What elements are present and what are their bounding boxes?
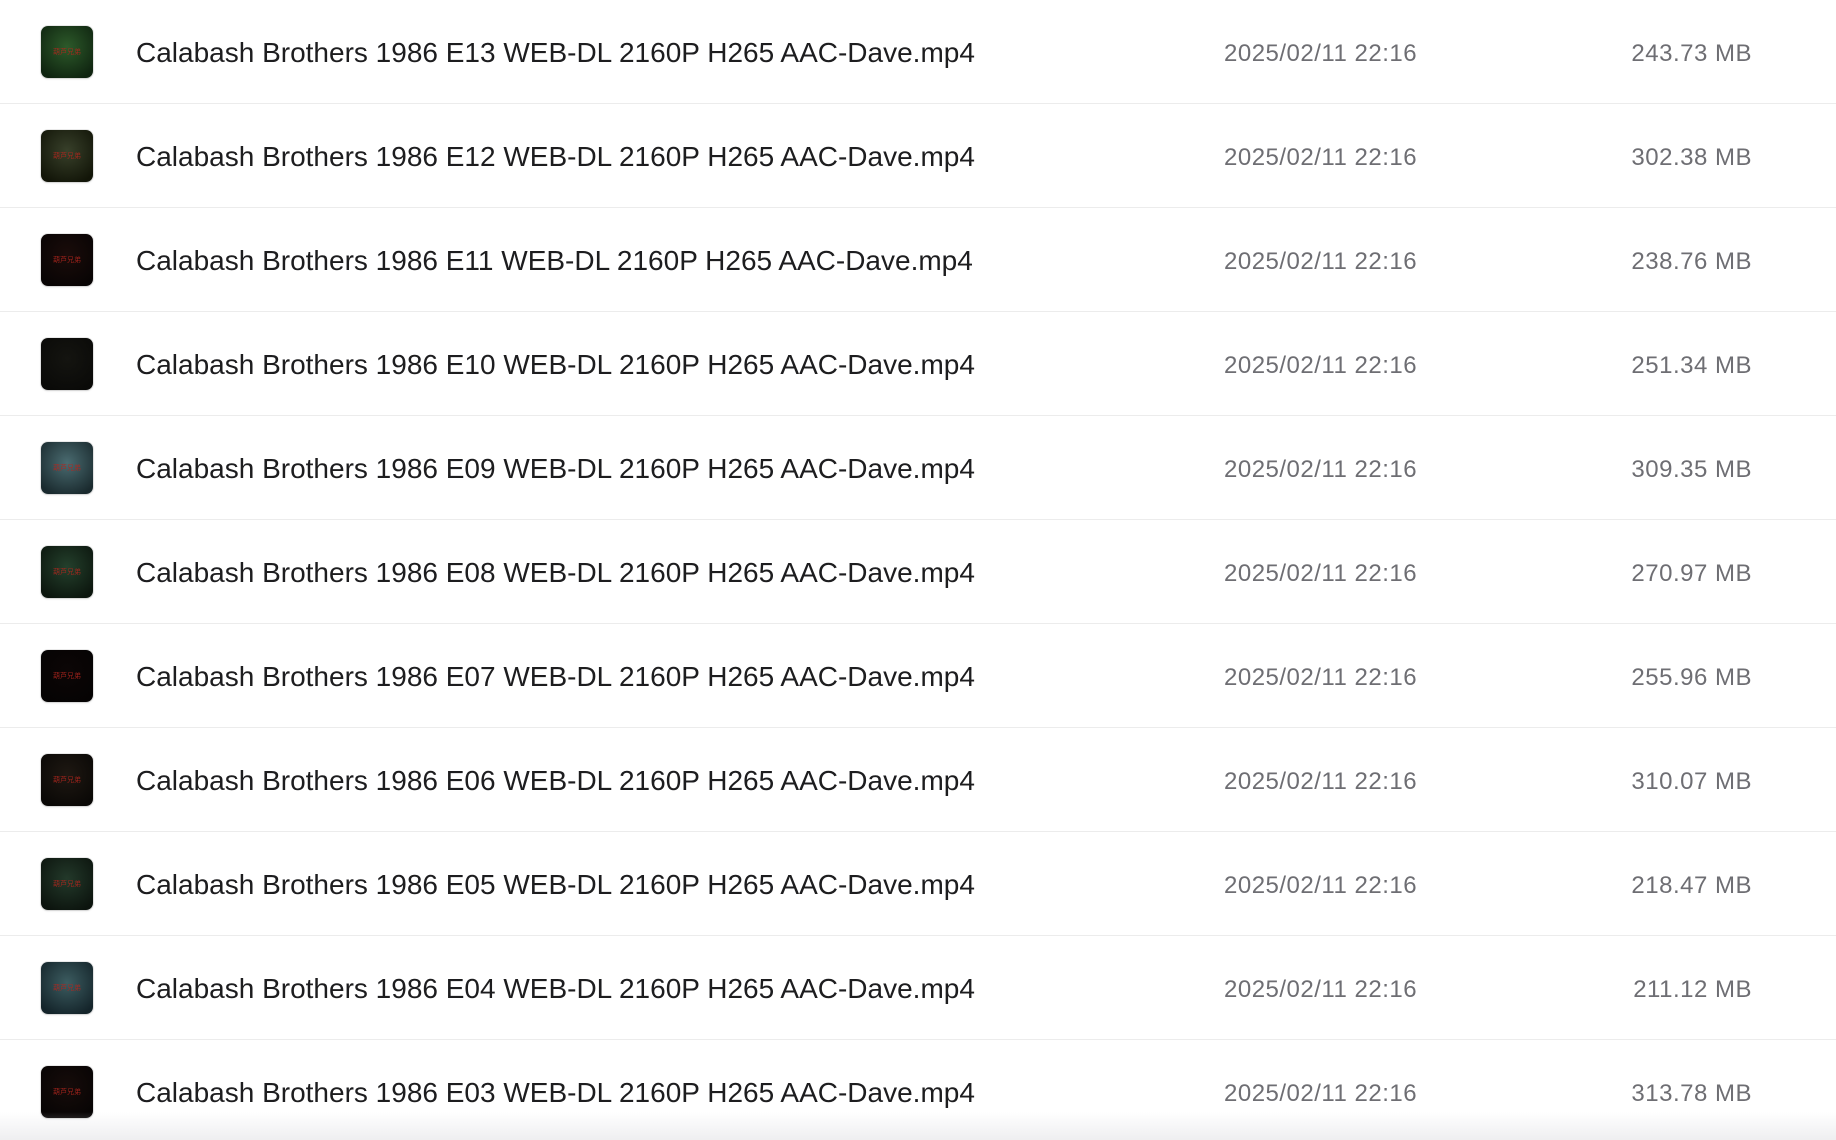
file-name: Calabash Brothers 1986 E10 WEB-DL 2160P … [136, 349, 975, 380]
file-row[interactable]: 葫芦兄弟 Calabash Brothers 1986 E05 WEB-DL 2… [0, 832, 1836, 936]
file-row[interactable]: Calabash Brothers 1986 E10 WEB-DL 2160P … [0, 312, 1836, 416]
file-name: Calabash Brothers 1986 E03 WEB-DL 2160P … [136, 1077, 975, 1108]
file-size: 243.73 MB [1631, 40, 1752, 67]
thumbnail-caption: 葫芦兄弟 [53, 880, 81, 888]
file-size: 238.76 MB [1631, 248, 1752, 275]
file-modified-date: 2025/02/11 22:16 [1224, 40, 1418, 67]
file-size: 302.38 MB [1631, 144, 1752, 171]
video-thumbnail-icon: 葫芦兄弟 [41, 26, 93, 78]
file-row[interactable]: 葫芦兄弟 Calabash Brothers 1986 E11 WEB-DL 2… [0, 208, 1836, 312]
file-modified-date: 2025/02/11 22:16 [1224, 768, 1418, 795]
thumbnail-caption: 葫芦兄弟 [53, 464, 81, 472]
thumbnail-caption: 葫芦兄弟 [53, 672, 81, 680]
file-modified-date: 2025/02/11 22:16 [1224, 248, 1418, 275]
file-name: Calabash Brothers 1986 E07 WEB-DL 2160P … [136, 661, 975, 692]
file-row[interactable]: 葫芦兄弟 Calabash Brothers 1986 E06 WEB-DL 2… [0, 728, 1836, 832]
thumbnail-caption: 葫芦兄弟 [53, 48, 81, 56]
file-row[interactable]: 葫芦兄弟 Calabash Brothers 1986 E08 WEB-DL 2… [0, 520, 1836, 624]
video-thumbnail-icon: 葫芦兄弟 [41, 650, 93, 702]
file-row[interactable]: 葫芦兄弟 Calabash Brothers 1986 E07 WEB-DL 2… [0, 624, 1836, 728]
file-list: 葫芦兄弟 Calabash Brothers 1986 E13 WEB-DL 2… [0, 0, 1836, 1140]
thumbnail-caption: 葫芦兄弟 [53, 152, 81, 160]
file-name: Calabash Brothers 1986 E04 WEB-DL 2160P … [136, 973, 975, 1004]
file-modified-date: 2025/02/11 22:16 [1224, 456, 1418, 483]
file-name: Calabash Brothers 1986 E13 WEB-DL 2160P … [136, 37, 975, 68]
file-size: 309.35 MB [1631, 456, 1752, 483]
thumbnail-caption: 葫芦兄弟 [53, 776, 81, 784]
video-thumbnail-icon: 葫芦兄弟 [41, 1066, 93, 1118]
video-thumbnail-icon: 葫芦兄弟 [41, 962, 93, 1014]
thumbnail-caption: 葫芦兄弟 [53, 256, 81, 264]
file-modified-date: 2025/02/11 22:16 [1224, 976, 1418, 1003]
file-row[interactable]: 葫芦兄弟 Calabash Brothers 1986 E12 WEB-DL 2… [0, 104, 1836, 208]
file-row[interactable]: 葫芦兄弟 Calabash Brothers 1986 E09 WEB-DL 2… [0, 416, 1836, 520]
file-size: 270.97 MB [1631, 560, 1752, 587]
file-modified-date: 2025/02/11 22:16 [1224, 872, 1418, 899]
video-thumbnail-icon: 葫芦兄弟 [41, 442, 93, 494]
file-size: 313.78 MB [1631, 1080, 1752, 1107]
file-size: 251.34 MB [1631, 352, 1752, 379]
file-row[interactable]: 葫芦兄弟 Calabash Brothers 1986 E13 WEB-DL 2… [0, 0, 1836, 104]
thumbnail-caption: 葫芦兄弟 [53, 984, 81, 992]
file-row[interactable]: 葫芦兄弟 Calabash Brothers 1986 E03 WEB-DL 2… [0, 1040, 1836, 1140]
thumbnail-caption: 葫芦兄弟 [53, 1088, 81, 1096]
video-thumbnail-icon [41, 338, 93, 390]
file-modified-date: 2025/02/11 22:16 [1224, 352, 1418, 379]
file-size: 211.12 MB [1633, 976, 1752, 1003]
video-thumbnail-icon: 葫芦兄弟 [41, 234, 93, 286]
thumbnail-caption: 葫芦兄弟 [53, 568, 81, 576]
file-modified-date: 2025/02/11 22:16 [1224, 664, 1418, 691]
file-modified-date: 2025/02/11 22:16 [1224, 560, 1418, 587]
file-name: Calabash Brothers 1986 E08 WEB-DL 2160P … [136, 557, 975, 588]
file-modified-date: 2025/02/11 22:16 [1224, 144, 1418, 171]
file-row[interactable]: 葫芦兄弟 Calabash Brothers 1986 E04 WEB-DL 2… [0, 936, 1836, 1040]
file-name: Calabash Brothers 1986 E12 WEB-DL 2160P … [136, 141, 975, 172]
video-thumbnail-icon: 葫芦兄弟 [41, 130, 93, 182]
video-thumbnail-icon: 葫芦兄弟 [41, 858, 93, 910]
file-name: Calabash Brothers 1986 E06 WEB-DL 2160P … [136, 765, 975, 796]
file-size: 218.47 MB [1631, 872, 1752, 899]
video-thumbnail-icon: 葫芦兄弟 [41, 754, 93, 806]
video-thumbnail-icon: 葫芦兄弟 [41, 546, 93, 598]
file-name: Calabash Brothers 1986 E09 WEB-DL 2160P … [136, 453, 975, 484]
file-modified-date: 2025/02/11 22:16 [1224, 1080, 1418, 1107]
file-name: Calabash Brothers 1986 E05 WEB-DL 2160P … [136, 869, 975, 900]
file-size: 255.96 MB [1631, 664, 1752, 691]
file-name: Calabash Brothers 1986 E11 WEB-DL 2160P … [136, 245, 973, 276]
file-size: 310.07 MB [1631, 768, 1752, 795]
